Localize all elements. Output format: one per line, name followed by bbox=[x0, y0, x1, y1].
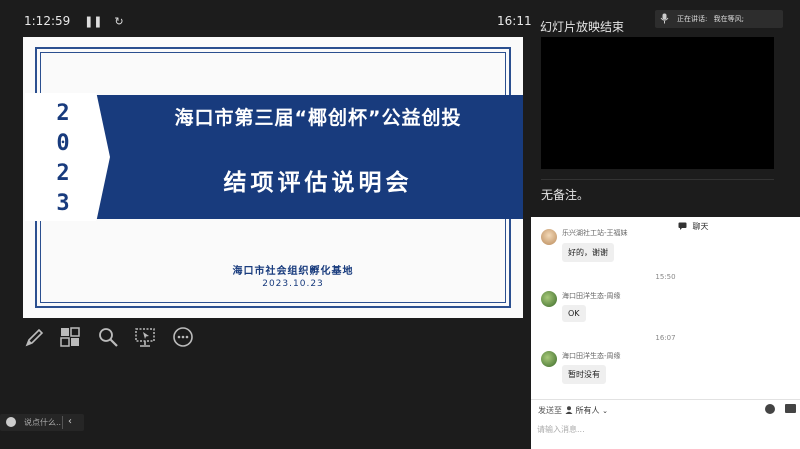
elapsed-timer: 1:12:59 ❚❚ ↻ bbox=[24, 14, 124, 28]
microphone-icon bbox=[660, 13, 669, 24]
next-slide-preview bbox=[541, 37, 774, 169]
person-icon bbox=[565, 406, 573, 414]
chevron-down-icon: ⌄ bbox=[602, 407, 608, 415]
avatar bbox=[541, 351, 557, 367]
chat-title: 聊天 bbox=[692, 222, 709, 231]
elapsed-time: 1:12:59 bbox=[24, 14, 71, 28]
slide-year: 2 0 2 3 bbox=[43, 99, 83, 219]
divider bbox=[531, 399, 800, 400]
comment-placeholder: 说点什么... bbox=[24, 418, 64, 427]
chevron-left-icon[interactable]: ‹ bbox=[68, 416, 72, 427]
message-sender: 乐兴湖社工站-王福妹 bbox=[562, 229, 628, 237]
slide-title-line2: 结项评估说明会 bbox=[223, 170, 413, 196]
zoom-icon[interactable] bbox=[97, 326, 119, 348]
speaker-label: 正在讲话: bbox=[677, 15, 708, 23]
year-digit: 0 bbox=[56, 131, 70, 156]
audience-select[interactable]: 所有人 ⌄ bbox=[565, 405, 608, 416]
avatar bbox=[541, 229, 557, 245]
current-slide: 2 0 2 3 海口市第三届“椰创杯”公益创投 结项评估说明会 海口市社会组织孵… bbox=[23, 37, 523, 318]
divider bbox=[541, 179, 774, 180]
slide-date: 2023.10.23 bbox=[262, 279, 324, 289]
message-timestamp: 15:50 bbox=[655, 273, 676, 281]
message-sender: 海口田洋生态-周缘 bbox=[562, 352, 621, 360]
year-digit: 2 bbox=[56, 101, 70, 126]
send-to-label: 发送至 bbox=[538, 406, 562, 415]
speaker-indicator: 正在讲话: 我在等风; bbox=[655, 10, 783, 28]
year-digit: 3 bbox=[56, 191, 70, 216]
slide-organizer: 海口市社会组织孵化基地 bbox=[232, 266, 354, 277]
comment-icon bbox=[6, 417, 16, 427]
year-digit: 2 bbox=[56, 161, 70, 186]
pause-icon[interactable]: ❚❚ bbox=[84, 15, 102, 28]
message-timestamp: 16:07 bbox=[655, 334, 676, 342]
avatar bbox=[541, 291, 557, 307]
chat-panel: 聊天 乐兴湖社工站-王福妹 好的，谢谢 15:50 海口田洋生态-周缘 OK 1… bbox=[531, 217, 800, 449]
speaker-notes: 无备注。 bbox=[541, 188, 590, 202]
message-bubble: 好的，谢谢 bbox=[562, 243, 614, 262]
pointer-screen-icon[interactable] bbox=[134, 326, 156, 348]
message-bubble: 暂时没有 bbox=[562, 365, 606, 384]
speaker-name: 我在等风; bbox=[713, 15, 744, 23]
slide-title-line1: 海口市第三届“椰创杯”公益创投 bbox=[174, 107, 462, 129]
slide-sorter-icon[interactable] bbox=[59, 326, 81, 348]
speaker-text: 正在讲话: 我在等风; bbox=[677, 14, 744, 24]
message-input[interactable] bbox=[537, 421, 792, 437]
pen-icon[interactable] bbox=[24, 326, 46, 348]
folder-icon[interactable] bbox=[785, 404, 796, 413]
message-bubble: OK bbox=[562, 305, 586, 322]
more-icon[interactable] bbox=[172, 326, 194, 348]
divider bbox=[62, 416, 63, 429]
comment-bar[interactable]: 说点什么... ‹ bbox=[0, 414, 84, 431]
emoji-icon[interactable] bbox=[765, 404, 775, 414]
audience-value: 所有人 bbox=[575, 406, 600, 415]
current-clock: 16:11 bbox=[497, 14, 532, 28]
chat-header: 聊天 bbox=[678, 221, 709, 232]
chat-icon bbox=[678, 222, 687, 230]
restart-icon[interactable]: ↻ bbox=[114, 15, 123, 28]
message-sender: 海口田洋生态-周缘 bbox=[562, 292, 621, 300]
next-slide-title: 幻灯片放映结束 bbox=[540, 20, 625, 34]
